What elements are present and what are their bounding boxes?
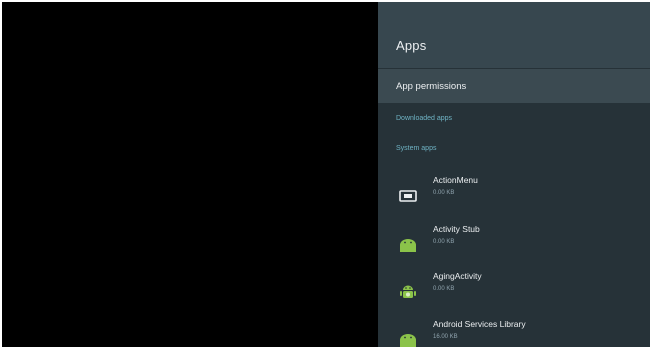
list-item-actionmenu[interactable]: ActionMenu 0.00 KB [378,172,650,218]
system-apps-section-label: System apps [396,145,437,152]
tv-screen: Apps App permissions Downloaded apps Sys… [2,2,650,347]
android-icon [400,239,416,252]
panel-header: Apps [378,2,650,68]
background-video-area [2,2,378,347]
app-name: ActionMenu [433,175,478,185]
app-name: Activity Stub [433,224,480,234]
android-icon [400,334,416,347]
app-size: 0.00 KB [433,286,455,292]
app-size: 0.00 KB [433,239,455,245]
list-item-agingactivity[interactable]: AgingActivity 0.00 KB [378,268,650,314]
tv-icon [399,190,417,202]
list-item-activity-stub[interactable]: Activity Stub 0.00 KB [378,221,650,267]
app-name: Android Services Library [433,319,526,329]
app-name: AgingActivity [433,271,482,281]
downloaded-apps-section-label: Downloaded apps [396,115,453,122]
app-permissions-label: App permissions [396,81,467,92]
app-size: 16.00 KB [433,334,458,340]
page-title: Apps [396,38,427,53]
settings-side-panel: Apps App permissions Downloaded apps Sys… [378,2,650,347]
android-icon [400,285,416,298]
app-permissions-item[interactable]: App permissions [378,69,650,103]
list-item-android-services-library[interactable]: Android Services Library 16.00 KB [378,316,650,347]
app-size: 0.00 KB [433,190,455,196]
